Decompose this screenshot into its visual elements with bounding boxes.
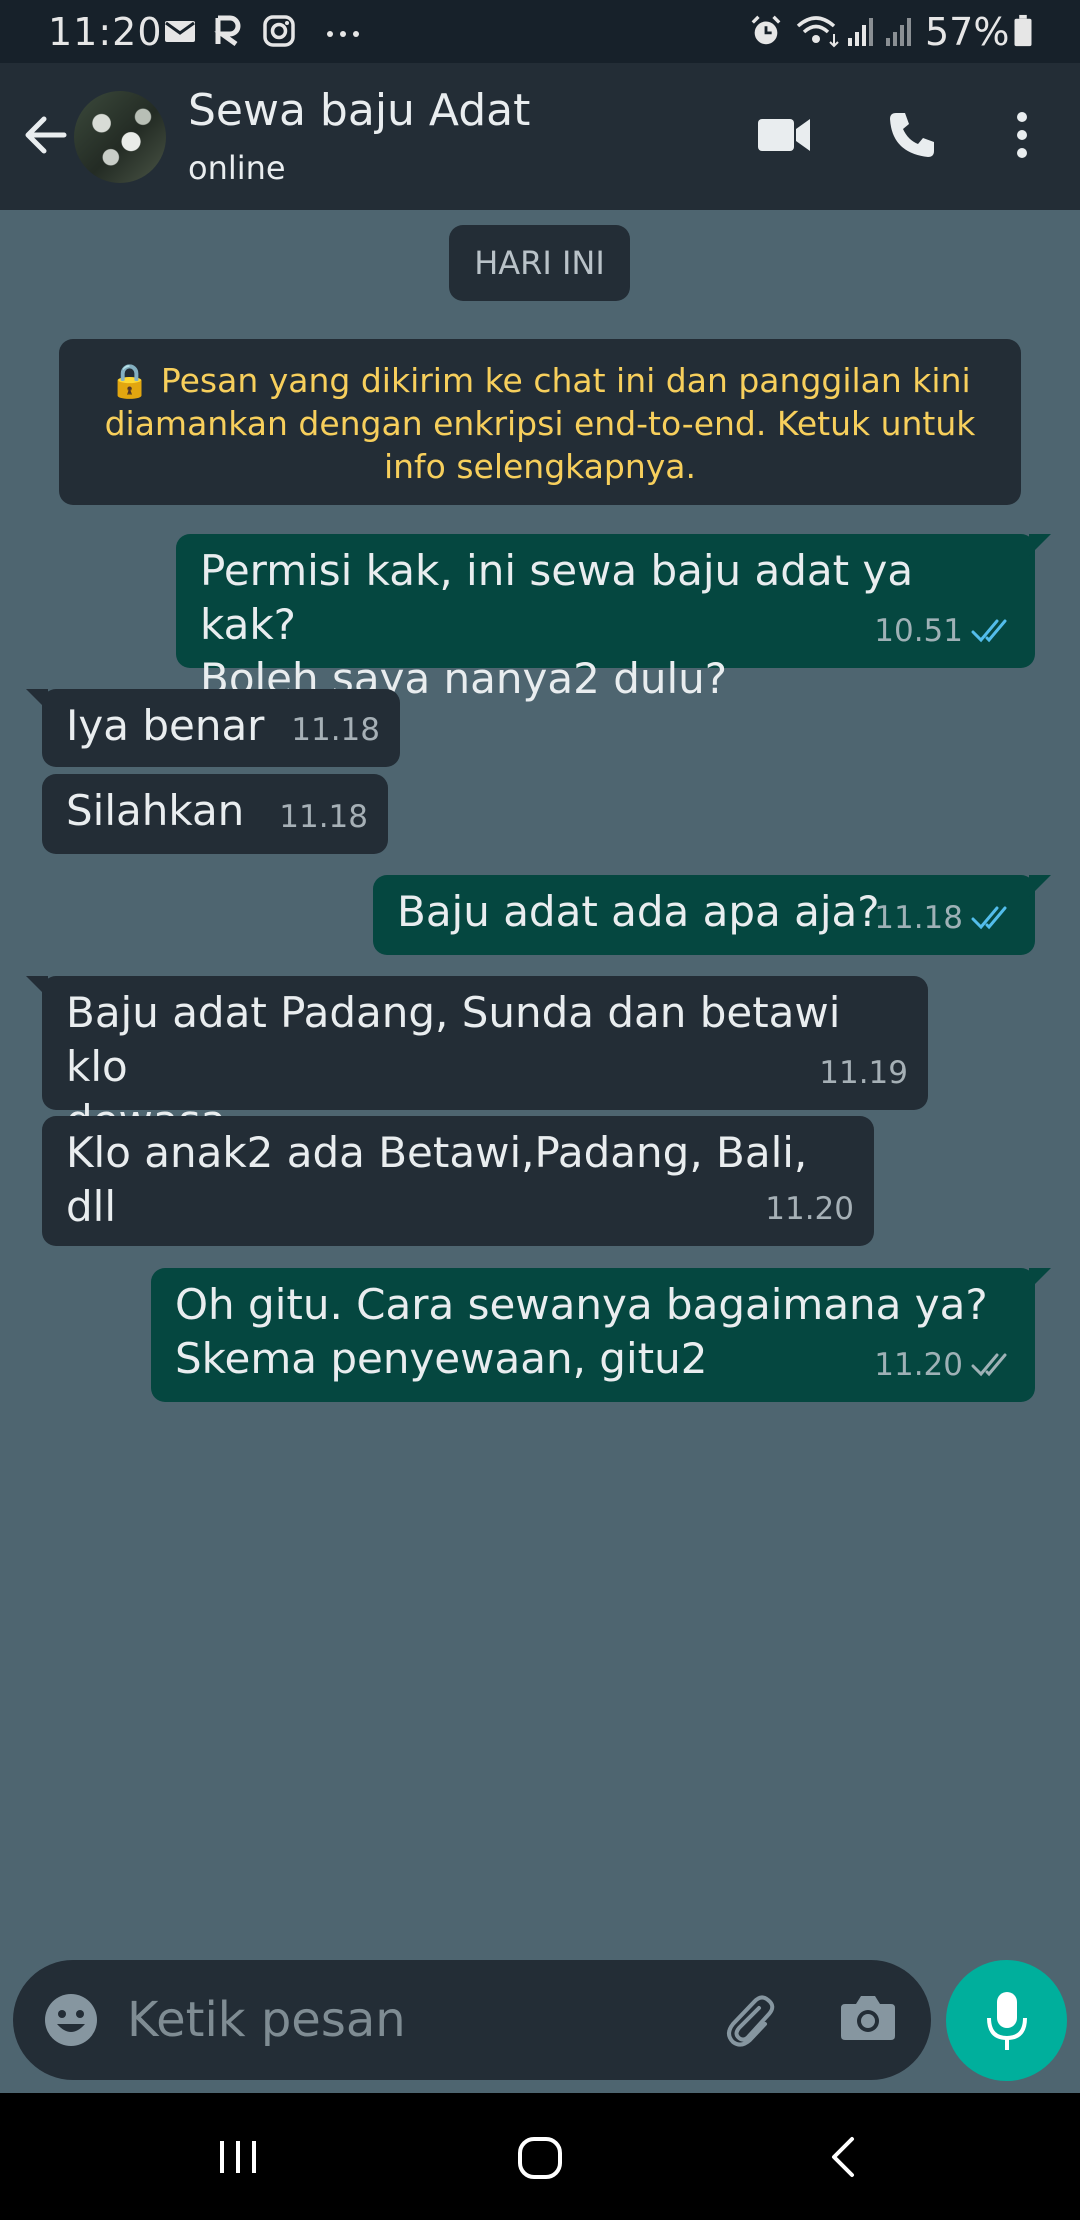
message-meta: 11.19 [819,1046,908,1100]
bubble-tail [1029,875,1051,897]
message-incoming[interactable]: Iya benar 11.18 [26,689,400,767]
chat-area[interactable]: HARI INI 🔒 Pesan yang dikirim ke chat in… [0,210,1080,1955]
battery-icon [1014,14,1032,47]
message-outgoing[interactable]: Oh gitu. Cara sewanya bagaimana ya? Skem… [151,1268,1051,1402]
home-button[interactable] [508,2125,572,2189]
back-icon [832,2137,854,2177]
message-meta: 11.20 [874,1338,1015,1392]
contact-avatar[interactable] [74,91,166,183]
message-incoming[interactable]: Baju adat Padang, Sunda dan betawi klo d… [26,976,928,1145]
attach-icon[interactable] [719,1990,779,2050]
wifi-icon [796,16,839,48]
alarm-icon [751,15,781,45]
more-notifications-icon [327,31,359,37]
delivered-ticks-icon [971,1353,1007,1377]
message-time: 11.20 [874,1347,963,1383]
message-time: 10.51 [874,613,963,649]
mail-icon [165,21,195,42]
message-time: 11.18 [291,712,380,748]
back-arrow-icon[interactable] [18,107,74,163]
message-input[interactable] [127,1982,687,2058]
camera-icon[interactable] [839,1992,897,2044]
recent-apps-icon [220,2141,256,2173]
bubble-tail [1029,534,1051,556]
status-time: 11:20 [48,10,163,54]
contact-name[interactable]: Sewa baju Adat [188,85,530,136]
more-options-icon [1017,112,1027,158]
more-options-button[interactable] [1000,103,1044,167]
bubble-tail [26,689,48,711]
signal-icon-2 [886,18,911,46]
video-call-button[interactable] [752,103,816,167]
encryption-notice[interactable]: 🔒 Pesan yang dikirim ke chat ini dan pan… [59,339,1021,505]
message-meta: 11.18 [279,790,368,844]
instagram-icon [263,15,295,47]
message-meta: 11.18 [291,703,380,757]
back-button[interactable] [812,2125,876,2189]
read-ticks-icon [971,619,1007,643]
home-icon [518,2137,562,2179]
message-incoming[interactable]: Silahkan 11.18 [42,774,388,854]
message-time: 11.20 [765,1191,854,1227]
voice-call-icon [890,113,934,157]
message-composer [13,1960,931,2080]
emoji-icon[interactable] [41,1990,101,2050]
app-notification-icon [214,15,241,47]
message-time: 11.18 [279,799,368,835]
mic-icon [986,1991,1027,2050]
recent-apps-button[interactable] [206,2125,270,2189]
message-outgoing[interactable]: Baju adat ada apa aja? 11.18 [373,875,1051,955]
contact-status: online [188,149,286,187]
bubble-tail [26,976,48,998]
message-time: 11.18 [874,900,963,936]
read-ticks-icon [971,906,1007,930]
message-meta: 10.51 [874,604,1015,658]
battery-percentage: 57% [925,10,1010,54]
message-meta: 11.18 [874,891,1015,945]
chat-header: Sewa baju Adat online [0,63,1080,210]
message-incoming[interactable]: Klo anak2 ada Betawi,Padang, Bali, dll 1… [42,1116,874,1246]
date-chip: HARI INI [449,225,630,301]
voice-call-button[interactable] [880,103,944,167]
signal-icon [848,18,873,46]
message-meta: 11.20 [765,1182,854,1236]
message-outgoing[interactable]: Permisi kak, ini sewa baju adat ya kak? … [176,534,1051,703]
message-text: Klo anak2 ada Betawi,Padang, Bali, dll [66,1128,821,1231]
status-bar: 11:20 57% [0,0,1080,63]
message-time: 11.19 [819,1055,908,1091]
voice-record-button[interactable] [946,1960,1067,2081]
system-navigation-bar [0,2093,1080,2220]
video-call-icon [758,119,810,151]
bubble-tail [1029,1268,1051,1290]
